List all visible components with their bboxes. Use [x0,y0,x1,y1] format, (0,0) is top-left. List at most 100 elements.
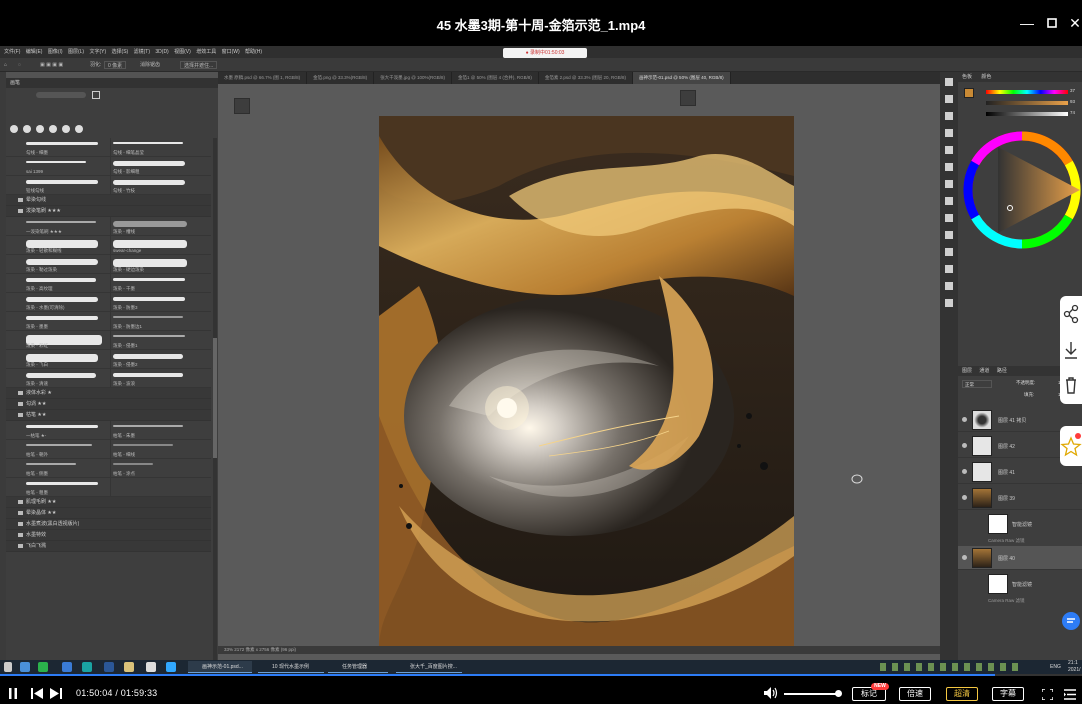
brush-name: 泼染 - 侵墨2 [113,362,138,367]
layer-row: 智能滤镜 [958,512,1082,536]
brush-row: 铅线勾线 勾线 - 竹枝 [6,176,211,195]
layer-name: 智能滤镜 [1012,582,1033,588]
start-icon [4,662,12,672]
volume-icon[interactable] [764,687,778,702]
layer-thumbnail [972,462,992,482]
subtitle-button[interactable]: 字幕 [992,687,1024,701]
trash-icon[interactable] [1060,368,1082,404]
saturation-value: 93 [1070,99,1076,104]
video-frame[interactable]: 文件(F) 编辑(E) 图像(I) 图层(L) 文字(Y) 选择(S) 滤镜(T… [0,46,1082,674]
task-browser: 张大千_百度图片搜... [396,661,462,673]
filter-label: Camera Raw 滤镜 [988,538,1025,543]
layer-row: 图层 39 [958,486,1082,510]
selection-mode-icons: ▣ ▣ ▣ ▣ [40,62,64,68]
ps-panel-icons [940,72,958,660]
doc-tab: 水墨 原稿.psd @ 66.7% (图 1, RGB/8) [218,72,308,84]
brush-name: 泼染 - 硬边泼染 [113,267,144,272]
opacity-label: 不透明度: [1016,380,1036,385]
fullscreen-icon[interactable] [1041,688,1054,703]
brush-name: 泼染 - 高纹理 [26,286,53,291]
brush-name: 泼染 - 清速 [26,381,48,386]
brush-size-slider [36,92,86,98]
layer-row: 智能滤镜 [958,572,1082,596]
star-icon[interactable] [1060,426,1082,462]
brush-name: 枯笔 - 细线 [113,452,135,457]
eye-icon [962,555,967,560]
brush-row: 枯笔 - 侧墨 枯笔 - 涂点 [6,459,211,478]
ps-menu-window: 窗口(W) [221,49,240,55]
previous-icon[interactable] [31,688,43,702]
select-mask-button: 选择并遮住... [180,61,218,69]
doc-tab-active: 画神示范-01.psd @ 50% (图层 40, RGB/8) [632,72,731,84]
layer-thumbnail [972,410,992,430]
close-icon[interactable]: ✕ [1066,14,1082,32]
brush-tool-icon [234,98,250,114]
brush-group: 枯笔 ★★ [6,410,211,421]
player-side-actions [1060,296,1082,404]
ps-menu-select: 选择(S) [111,49,129,55]
layer-name: 图层 39 [998,496,1015,502]
doc-tab: 金箔.png @ 33.3%(RGB/8) [307,72,375,84]
brush-name: 勾线 - 影细粗 [113,169,140,174]
brush-name: 勾线 - 竹枝 [113,188,135,193]
total-time: 01:59:33 [120,688,158,698]
tray-lang: ENG [1050,664,1061,670]
quality-button[interactable]: 超清 [946,687,978,701]
brush-row: 泼染 - 高纹理 泼染 - 干墨 [6,274,211,293]
brush-panel-title: 画笔 [6,78,218,88]
home-icon: ⌂ [4,62,8,68]
brush-panel: 画笔 勾线 - 细墨 勾线 - 细笔晶莹 sai 1399 勾线 - 影细粗 铅… [6,78,218,660]
tray-icons [880,663,1020,671]
lasso-icon: ◌ [18,62,21,68]
brush-name: 泼染 - 侵墨1 [113,343,138,348]
minimize-icon[interactable]: — [1018,14,1036,32]
ps-menu-image: 图像(I) [47,49,63,55]
maximize-icon[interactable] [1043,14,1061,32]
chat-bubble-icon[interactable] [1062,612,1080,630]
brush-name: 泼染 - 水墨(可清除) [26,305,65,310]
volume-slider[interactable] [784,693,838,695]
brush-group: 晕染晶体 ★★ [6,508,211,519]
share-icon[interactable] [1060,296,1082,332]
layer-thumbnail [988,574,1008,594]
color-wheel [962,130,1082,257]
layer-name: 图层 40 [998,556,1015,562]
brush-name: 泼染 - 墨墨 [26,324,48,329]
blend-mode-select: 正常 [962,380,992,388]
pause-icon[interactable] [8,688,18,702]
ps-menu-plugins: 增效工具 [196,49,217,55]
speed-button[interactable]: 倍速 [899,687,931,701]
brush-row: 泼染 - 水墨(可清除) 泼染 - 防墨3 [6,293,211,312]
taskbar-app-icon [20,662,30,672]
word-icon [104,662,114,672]
taskbar-app-icon [82,662,92,672]
brush-row: 泼染 - 勒过泼染 泼染 - 硬边泼染 [6,255,211,274]
brush-group: 勾涡 ★★ [6,399,211,410]
brush-row: 枯笔 - 粗墨 [6,478,211,497]
brush-group: 水墨特效 [6,530,211,541]
brush-name: 枯笔 - 侧墨 [26,471,48,476]
ps-options-bar: ⌂ ◌ ▣ ▣ ▣ ▣ 羽化: 0 像素 消除锯齿 选择并遮住... [0,58,1082,72]
next-icon[interactable] [50,688,62,702]
brush-group: 水墨煮波(黑白透视版片) [6,519,211,530]
taskbar-app-icon [62,662,72,672]
brush-group: 泼染笔刷 ★★★ [6,206,211,217]
volume-knob[interactable] [835,690,842,697]
brush-row: 勾线 - 细墨 勾线 - 细笔晶莹 [6,138,211,157]
layer-thumbnail [988,514,1008,534]
brush-name: 泼染 - 防墨边1 [113,324,143,329]
layer-thumbnail [972,548,992,568]
windows-taskbar: 画神示范-01.psd... 10 现代水墨示例 任务管理器 张大千_百度图片搜… [0,660,1082,674]
download-icon[interactable] [1060,332,1082,368]
tab-color: 颜色 [981,74,992,80]
brush-name: 泼染 - 轻散和糊线 [26,248,62,253]
playlist-icon[interactable] [1064,689,1076,703]
ps-menu-layer: 图层(L) [67,49,85,55]
eye-icon [962,443,967,448]
arrange-tool-icon [680,90,696,106]
title-bar: 45 水墨3期-第十周-金箔示范_1.mp4 — ✕ [0,0,1082,46]
brush-name: 枯笔 - 涂点 [113,471,135,476]
eye-icon [962,495,967,500]
favorite-button[interactable] [1060,426,1082,466]
brush-row: 一泼染笔刷 ★★★ 泼染 - 槽线 [6,217,211,236]
